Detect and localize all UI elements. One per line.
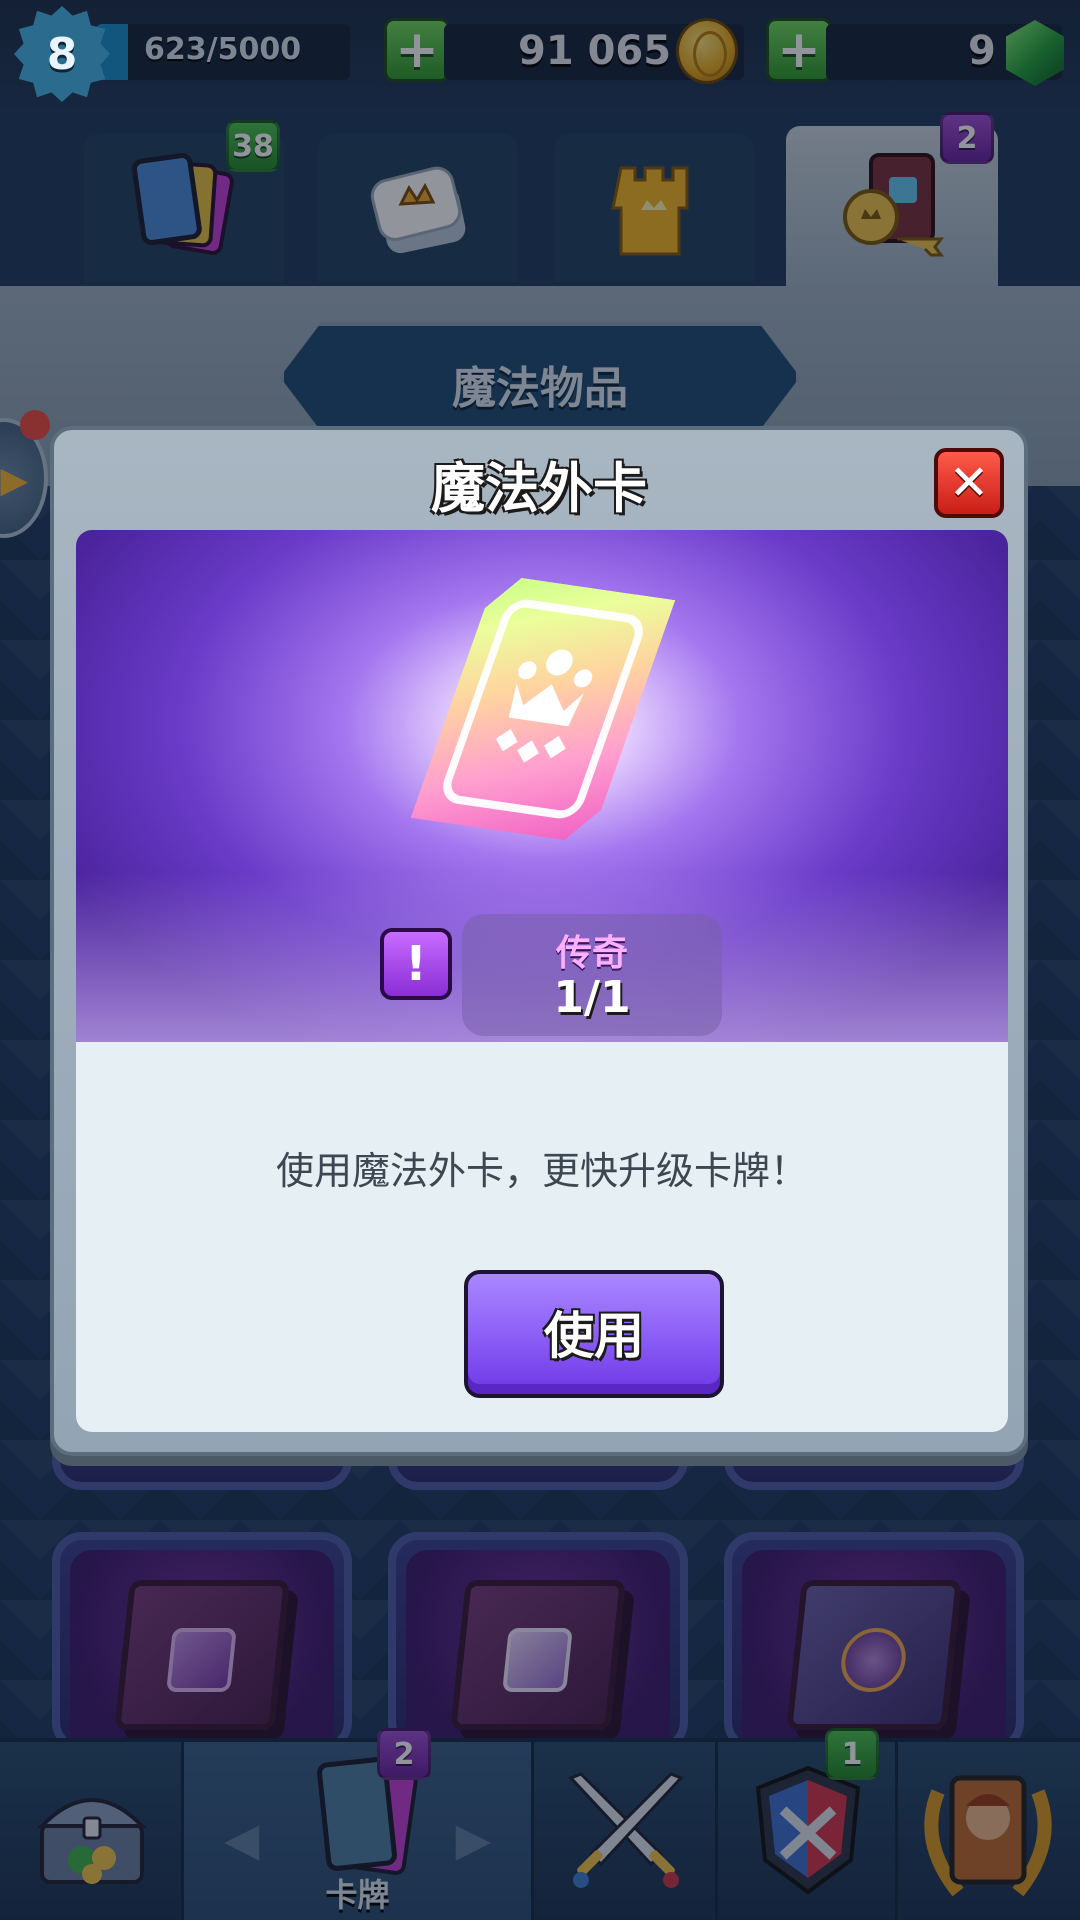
crown-icon <box>467 637 618 781</box>
dialog-title: 魔法外卡 <box>431 457 647 520</box>
close-button[interactable]: ✕ <box>934 448 1004 518</box>
use-button[interactable]: 使用 <box>464 1270 724 1398</box>
wild-card-dialog: 魔法外卡 ✕ ! 传奇 1/1 使用魔法外卡，更快升级卡牌！ 使用 <box>50 426 1028 1456</box>
wild-card-icon <box>411 574 676 843</box>
item-showcase: ! 传奇 1/1 <box>76 530 1008 1042</box>
item-description: 使用魔法外卡，更快升级卡牌！ <box>275 1149 808 1193</box>
item-count: 1/1 <box>553 972 631 1023</box>
use-button-label: 使用 <box>544 1307 644 1365</box>
rarity-panel: 传奇 1/1 <box>462 914 722 1036</box>
rarity-label: 传奇 <box>555 933 628 974</box>
info-button[interactable]: ! <box>380 928 452 1000</box>
dialog-body: 使用魔法外卡，更快升级卡牌！ 使用 <box>76 1042 1008 1432</box>
wild-card-frame <box>437 597 649 821</box>
